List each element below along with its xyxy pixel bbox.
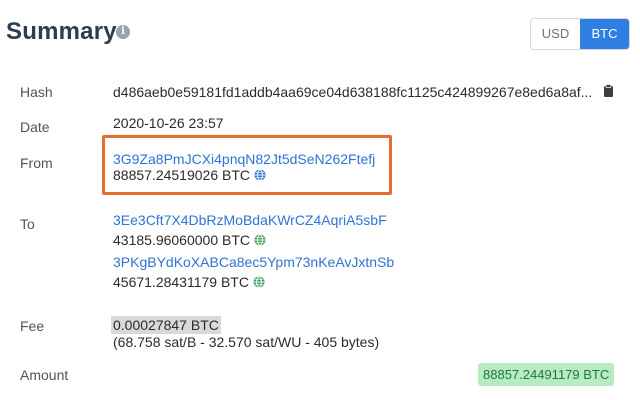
fee-amount: 0.00027847 BTC [111, 316, 221, 334]
currency-option-usd[interactable]: USD [531, 19, 580, 49]
globe-icon[interactable] [253, 276, 265, 288]
globe-icon[interactable] [254, 234, 266, 246]
date-label: Date [20, 119, 50, 135]
fee-value: 0.00027847 BTC [111, 316, 221, 334]
to-amount-1: 43185.96060000 BTC [113, 232, 266, 248]
to-amount-2: 45671.28431179 BTC [113, 274, 265, 290]
info-icon[interactable]: i [116, 25, 130, 39]
amount-label: Amount [20, 367, 69, 383]
fee-label: Fee [20, 318, 45, 334]
copy-icon[interactable] [603, 84, 614, 98]
from-highlight-box [102, 135, 392, 195]
currency-toggle: USD BTC [530, 18, 630, 50]
amount-badge: 88857.24491179 BTC [478, 363, 615, 386]
to-label: To [20, 216, 35, 232]
to-amount-2-value: 45671.28431179 BTC [113, 274, 249, 290]
date-value: 2020-10-26 23:57 [113, 115, 224, 131]
to-address-link-1[interactable]: 3Ee3Cft7X4DbRzMoBdaKWrCZ4AqriA5sbF [113, 212, 387, 228]
fee-detail: (68.758 sat/B - 32.570 sat/WU - 405 byte… [113, 334, 380, 350]
hash-label: Hash [20, 84, 53, 100]
page-title: Summary [6, 18, 117, 45]
from-label: From [20, 155, 53, 171]
currency-option-btc[interactable]: BTC [580, 19, 629, 49]
to-amount-1-value: 43185.96060000 BTC [113, 232, 250, 248]
hash-value: d486aeb0e59181fd1addb4aa69ce04d638188fc1… [113, 84, 593, 100]
to-address-link-2[interactable]: 3PKgBYdKoXABCa8ec5Ypm73nKeAvJxtnSb [113, 254, 394, 270]
